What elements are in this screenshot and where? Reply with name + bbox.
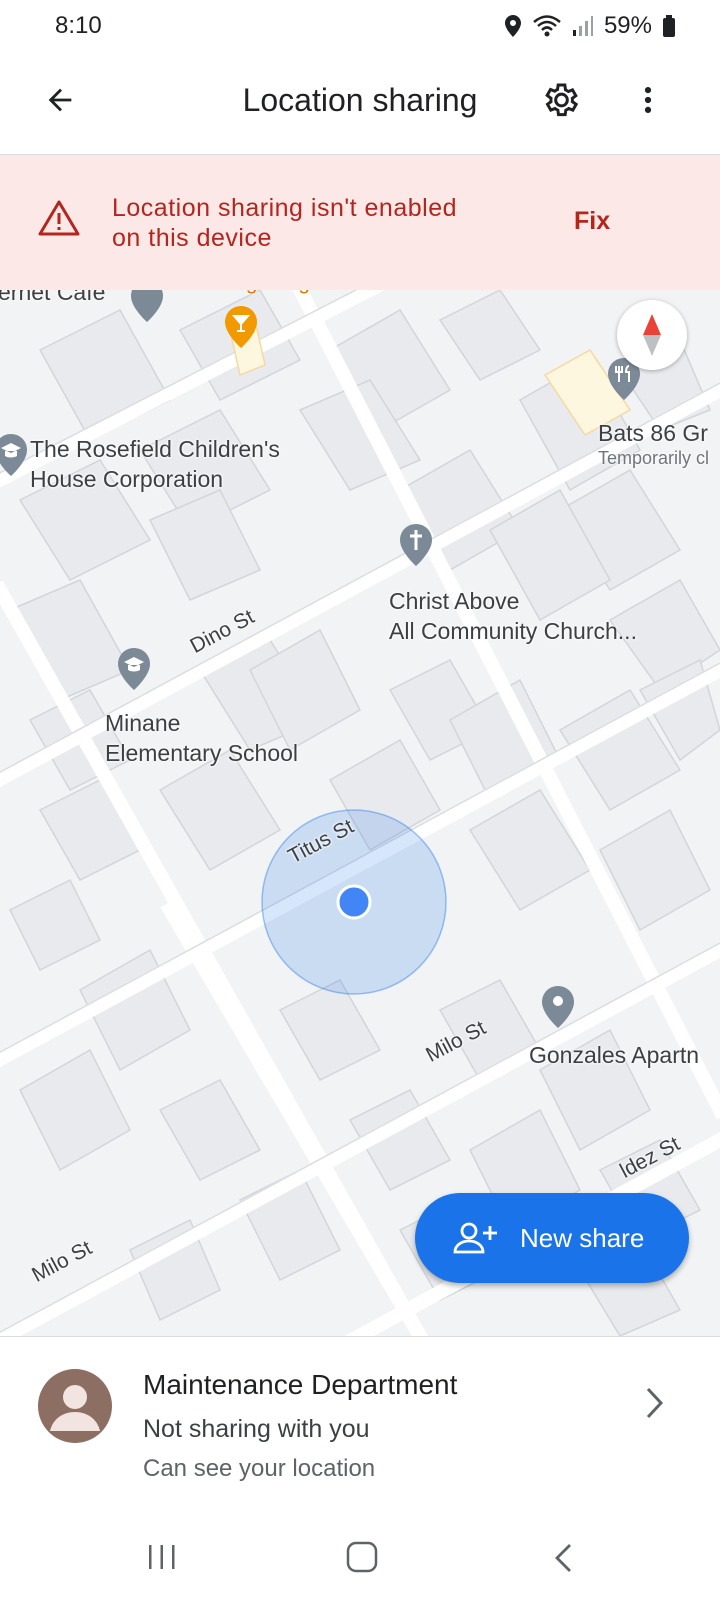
back-nav-icon[interactable] xyxy=(552,1542,576,1574)
contact-status: Not sharing with you xyxy=(143,1415,370,1443)
banner-message: Location sharing isn't enabled on this d… xyxy=(112,194,458,252)
compass-button[interactable] xyxy=(617,300,687,370)
compass-icon xyxy=(643,314,661,356)
school-pin-icon[interactable] xyxy=(115,646,153,692)
contact-subtitle: Can see your location xyxy=(143,1455,376,1482)
cafe-pin-icon[interactable] xyxy=(128,290,166,324)
more-options-button[interactable] xyxy=(620,72,676,128)
more-vert-icon xyxy=(644,86,652,114)
warning-icon xyxy=(38,200,80,236)
recent-apps-icon[interactable] xyxy=(146,1542,178,1572)
warning-banner: Location sharing isn't enabled on this d… xyxy=(0,155,720,290)
battery-icon xyxy=(663,15,675,37)
page-title: Location sharing xyxy=(242,82,478,118)
map-place-bats[interactable]: Bats 86 Gr Temporarily cl xyxy=(598,418,709,468)
new-share-label: New share xyxy=(520,1222,645,1253)
bar-pin-icon[interactable] xyxy=(222,304,260,350)
person-add-icon xyxy=(453,1222,497,1254)
new-share-button[interactable]: New share xyxy=(415,1193,689,1283)
battery-percent: 59% xyxy=(603,12,652,39)
status-icons: 59% xyxy=(504,12,676,40)
contact-name: Maintenance Department xyxy=(143,1369,458,1400)
app-bar: Location sharing xyxy=(0,52,720,155)
gear-icon xyxy=(545,83,579,117)
church-pin-icon[interactable] xyxy=(397,522,435,568)
contact-row[interactable]: Maintenance Department Not sharing with … xyxy=(0,1336,720,1517)
map-place-school[interactable]: Minane Elementary School xyxy=(105,708,298,768)
apartment-pin-icon[interactable] xyxy=(539,984,577,1030)
signal-icon xyxy=(572,16,593,36)
map-street-ilang: Ilang-Ilang Street xyxy=(212,290,372,298)
settings-button[interactable] xyxy=(532,72,588,128)
person-icon xyxy=(50,1385,100,1431)
map-place-internet-cafe[interactable]: ernet Cafe xyxy=(0,290,105,307)
status-time: 8:10 xyxy=(55,12,102,39)
map-place-church[interactable]: Christ Above All Community Church... xyxy=(389,586,637,646)
status-bar: 8:10 59% xyxy=(0,0,720,52)
map-place-rosefield[interactable]: The Rosefield Children's House Corporati… xyxy=(30,434,280,494)
avatar xyxy=(38,1369,112,1443)
school-pin-icon[interactable] xyxy=(0,432,30,478)
system-nav-bar xyxy=(0,1516,720,1600)
fix-button[interactable]: Fix xyxy=(574,207,610,236)
map-view[interactable]: ernet Cafe Ilang-Ilang Street The Rosefi… xyxy=(0,290,720,1336)
location-icon xyxy=(504,15,521,37)
map-place-gonzales[interactable]: Gonzales Apartn xyxy=(529,1040,699,1070)
wifi-icon xyxy=(533,15,561,37)
chevron-right-icon xyxy=(646,1387,664,1419)
home-icon[interactable] xyxy=(345,1540,379,1574)
